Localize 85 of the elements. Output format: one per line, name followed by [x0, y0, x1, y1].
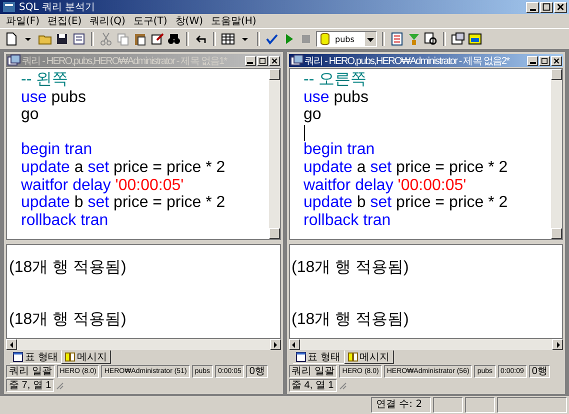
maximize-button[interactable] — [256, 56, 268, 66]
vertical-scrollbar[interactable] — [268, 69, 280, 239]
status-text: 줄 4, 열 1 — [288, 379, 337, 392]
clipboard-icon[interactable] — [133, 32, 147, 46]
checkmark-icon[interactable] — [265, 32, 279, 46]
menu-item[interactable]: 편집(E) — [48, 14, 82, 28]
maximize-button[interactable] — [539, 56, 550, 66]
message-text: (18개 행 적용됨) — [9, 311, 128, 329]
menu-item[interactable]: 쿼리(Q) — [90, 14, 126, 28]
code-line: update a set price = price * 2 — [21, 158, 226, 177]
binoculars-icon[interactable] — [167, 32, 181, 46]
minimize-icon — [247, 62, 253, 64]
status-text: 쿼리 일괄 — [288, 365, 338, 378]
table-icon — [13, 352, 23, 362]
left-arrow-icon[interactable] — [8, 340, 16, 348]
status-text: 줄 7, 열 1 — [6, 379, 54, 392]
menu-item[interactable]: 도움말(H) — [211, 14, 256, 28]
app-icon — [2, 0, 16, 14]
code-line: -- 오른쪽 — [304, 71, 368, 89]
close-button[interactable] — [268, 56, 280, 66]
code-line: go — [21, 106, 40, 124]
status-text: 0행 — [528, 365, 550, 378]
query-window-icon — [290, 54, 304, 68]
status-text: 연결 수: 2 — [371, 397, 431, 413]
code-line: update b set price = price * 2 — [21, 194, 226, 212]
minimize-icon — [530, 8, 536, 10]
code-line: update b set price = price * 2 — [304, 194, 509, 212]
menu-item[interactable]: 파일(F) — [6, 14, 40, 28]
vertical-scrollbar[interactable] — [551, 69, 562, 239]
window-title: SQL 쿼리 분석기 — [19, 1, 96, 14]
maximize-icon — [541, 1, 552, 13]
code-line: begin tran — [304, 141, 376, 159]
results-pane-icon[interactable] — [468, 32, 482, 46]
code-line: rollback tran — [21, 212, 110, 230]
edit-document-icon[interactable] — [150, 32, 164, 46]
magnifier-document-icon[interactable] — [424, 32, 438, 46]
code-line: waitfor delay '00:00:05' — [304, 176, 468, 194]
menu-item[interactable]: 도구(T) — [133, 14, 168, 28]
code-line: waitfor delay '00:00:05' — [21, 176, 185, 194]
database-icon — [318, 32, 332, 46]
message-pane-icon — [348, 352, 358, 362]
status-text: 쿼리 일괄 — [6, 365, 55, 378]
maximize-button[interactable] — [540, 2, 553, 12]
code-line: use pubs — [304, 88, 370, 106]
horizontal-scrollbar[interactable] — [6, 339, 280, 350]
resize-grip-icon — [338, 382, 347, 390]
code-editor[interactable]: -- 왼쪽 use pubs go begin tran update a set price = price * 2 waitfor delay '00:00:05' update b set price = price * 2 rollback tran — [6, 68, 280, 240]
database-select[interactable]: pubs — [316, 31, 377, 47]
message-text: (18개 행 적용됨) — [9, 259, 128, 277]
close-button[interactable] — [551, 56, 562, 66]
code-line: use pubs — [21, 88, 87, 106]
message-text: (18개 행 적용됨) — [292, 311, 410, 329]
code-line: -- 왼쪽 — [21, 71, 70, 89]
resize-grip-icon — [56, 382, 64, 390]
object-browser-icon[interactable] — [390, 32, 404, 46]
close-button[interactable] — [554, 2, 567, 12]
window-title: 쿼리 - HERO,pubs,HERO₩Administrator - 제목 없음2* — [304, 54, 511, 68]
code-line: go — [304, 106, 322, 124]
message-pane-icon — [65, 352, 76, 362]
new-document-icon[interactable] — [4, 32, 18, 46]
tab[interactable]: 표 형태 — [292, 350, 344, 364]
code-line: begin tran — [21, 141, 94, 159]
table-icon — [296, 352, 306, 362]
code-line: rollback tran — [304, 212, 392, 230]
minimize-button[interactable] — [526, 2, 539, 12]
tab[interactable]: 표 형태 — [10, 350, 62, 364]
properties-icon[interactable] — [451, 32, 465, 46]
query-window-icon — [7, 54, 21, 68]
menu-item[interactable]: 창(W) — [175, 14, 203, 28]
save-icon[interactable] — [55, 32, 69, 46]
message-text: (18개 행 적용됨) — [292, 259, 410, 277]
right-arrow-icon[interactable] — [271, 340, 279, 348]
document-icon[interactable] — [72, 32, 86, 46]
minimize-button[interactable] — [527, 56, 538, 66]
left-arrow-icon[interactable] — [290, 340, 298, 348]
code-line: update a set price = price * 2 — [304, 158, 509, 177]
tab[interactable]: 메시지 — [344, 350, 394, 364]
minimize-button[interactable] — [244, 56, 256, 66]
close-icon — [555, 1, 566, 13]
horizontal-scrollbar[interactable] — [288, 339, 563, 350]
minimize-icon — [530, 62, 536, 64]
tab[interactable]: 메시지 — [61, 350, 112, 364]
code-editor[interactable]: -- 오른쪽 use pubs go begin tran update a set price = price * 2 waitfor delay '00:00:05' update b set price = price * 2 rollback tran — [288, 68, 563, 240]
status-text: 0행 — [246, 365, 268, 378]
grid-icon[interactable] — [221, 32, 235, 46]
